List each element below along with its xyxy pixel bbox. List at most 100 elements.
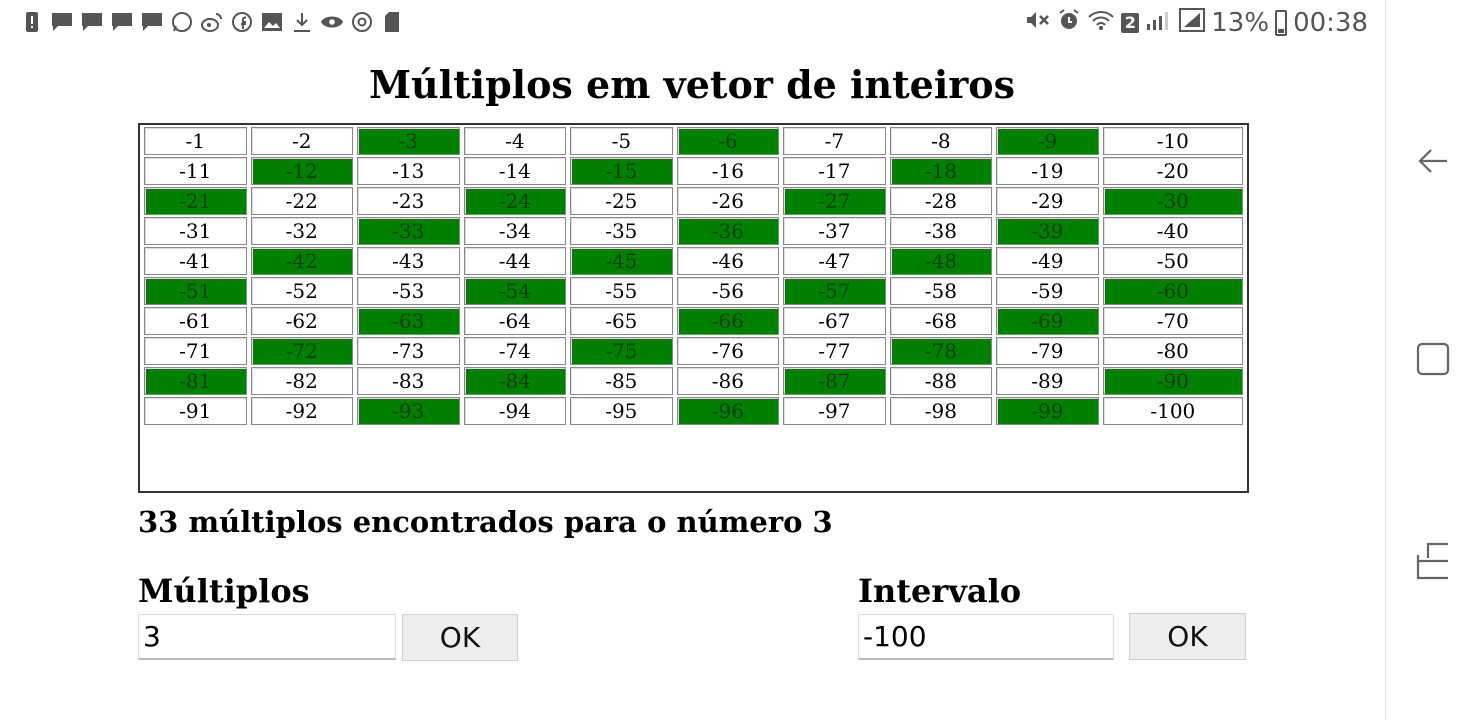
wifi-icon — [1087, 9, 1115, 37]
grid-cell-multiple: -36 — [676, 217, 780, 245]
grid-cell: -76 — [676, 337, 780, 365]
multiples-grid-container: -1 -2 -3 -4 -5 -6 -7 -8 -9 -10 -11 -12 -13 -14 -15 -16-… — [138, 123, 1249, 493]
weibo-icon — [200, 10, 224, 34]
grid-row: -1 -2 -3 -4 -5 -6 -7 -8 -9 -10 — [144, 127, 1243, 155]
grid-row: -41 -42 -43 -44 -45 -46 -47 -48 -49 -50 — [144, 247, 1243, 275]
grid-cell: -10 — [1102, 127, 1243, 155]
grid-cell-multiple: -96 — [676, 397, 780, 425]
multiplos-label: Múltiplos — [138, 572, 310, 610]
grid-cell: -26 — [676, 187, 780, 215]
grid-cell-multiple: -90 — [1102, 367, 1243, 395]
grid-cell: -70 — [1102, 307, 1243, 335]
grid-cell: -1 — [144, 127, 247, 155]
grid-cell: -52 — [250, 277, 354, 305]
multiplos-ok-button[interactable]: OK — [402, 614, 518, 661]
grid-cell: -35 — [570, 217, 673, 245]
grid-cell-multiple: -81 — [144, 367, 247, 395]
back-icon — [1418, 149, 1447, 173]
grid-cell-multiple: -39 — [996, 217, 1099, 245]
grid-cell: -29 — [996, 187, 1099, 215]
grid-cell: -62 — [250, 307, 354, 335]
message-icon — [80, 10, 104, 34]
sd-card-icon — [380, 10, 404, 34]
battery-icon — [1275, 10, 1288, 36]
grid-cell: -25 — [570, 187, 673, 215]
grid-row: -91 -92 -93 -94 -95 -96 -97 -98 -99 -100 — [144, 397, 1243, 425]
clock: 00:38 — [1293, 8, 1368, 38]
download-icon — [290, 10, 314, 34]
grid-cell: -65 — [570, 307, 673, 335]
grid-cell: -95 — [570, 397, 673, 425]
grid-cell: -71 — [144, 337, 247, 365]
grid-cell: -61 — [144, 307, 247, 335]
grid-cell: -16 — [676, 157, 780, 185]
system-status: 2 13% 00:38 — [1025, 8, 1368, 38]
grid-cell: -67 — [783, 307, 886, 335]
grid-cell-multiple: -66 — [676, 307, 780, 335]
grid-cell: -32 — [250, 217, 354, 245]
alert-icon — [20, 10, 44, 34]
grid-cell-multiple: -30 — [1102, 187, 1243, 215]
grid-cell-multiple: -93 — [357, 397, 460, 425]
grid-row: -51 -52 -53 -54 -55 -56 -57 -58 -59 -60 — [144, 277, 1243, 305]
grid-cell: -49 — [996, 247, 1099, 275]
grid-cell: -83 — [357, 367, 460, 395]
home-icon — [1416, 342, 1450, 376]
grid-cell-multiple: -21 — [144, 187, 247, 215]
facebook-icon — [230, 10, 254, 34]
sim-badge: 2 — [1121, 13, 1140, 33]
grid-cell-multiple: -18 — [889, 157, 993, 185]
grid-cell: -85 — [570, 367, 673, 395]
grid-cell: -68 — [889, 307, 993, 335]
grid-cell: -56 — [676, 277, 780, 305]
grid-cell: -28 — [889, 187, 993, 215]
grid-cell: -2 — [250, 127, 354, 155]
grid-cell: -82 — [250, 367, 354, 395]
grid-cell: -74 — [463, 337, 567, 365]
back-button[interactable] — [1410, 138, 1456, 184]
eye-icon — [320, 10, 344, 34]
grid-cell: -55 — [570, 277, 673, 305]
message-icon — [110, 10, 134, 34]
grid-cell: -22 — [250, 187, 354, 215]
result-text: 33 múltiplos encontrados para o número 3 — [138, 505, 833, 539]
multiplos-input[interactable] — [138, 614, 396, 660]
grid-row: -31 -32 -33 -34 -35 -36 -37 -38 -39 -40 — [144, 217, 1243, 245]
grid-cell-multiple: -72 — [250, 337, 354, 365]
grid-cell: -97 — [783, 397, 886, 425]
grid-cell-multiple: -12 — [250, 157, 354, 185]
grid-row: -11 -12 -13 -14 -15 -16 -17 -18 -19 -20 — [144, 157, 1243, 185]
grid-cell: -7 — [783, 127, 886, 155]
message-icon — [50, 10, 74, 34]
grid-cell: -31 — [144, 217, 247, 245]
grid-cell: -46 — [676, 247, 780, 275]
grid-cell: -53 — [357, 277, 460, 305]
grid-cell: -41 — [144, 247, 247, 275]
home-button[interactable] — [1410, 336, 1456, 382]
grid-cell-multiple: -42 — [250, 247, 354, 275]
grid-cell-multiple: -78 — [889, 337, 993, 365]
intervalo-input[interactable] — [858, 614, 1114, 660]
recents-button[interactable] — [1410, 538, 1456, 584]
grid-cell: -79 — [996, 337, 1099, 365]
grid-cell: -43 — [357, 247, 460, 275]
grid-cell: -77 — [783, 337, 886, 365]
grid-cell: -59 — [996, 277, 1099, 305]
signal-2-icon — [1179, 8, 1206, 38]
grid-cell: -94 — [463, 397, 567, 425]
whatsapp-icon — [170, 10, 194, 34]
grid-cell: -4 — [463, 127, 567, 155]
grid-cell: -11 — [144, 157, 247, 185]
grid-cell: -40 — [1102, 217, 1243, 245]
grid-cell: -17 — [783, 157, 886, 185]
intervalo-label: Intervalo — [858, 572, 1022, 610]
grid-cell-multiple: -63 — [357, 307, 460, 335]
intervalo-ok-button[interactable]: OK — [1129, 613, 1246, 660]
grid-cell-multiple: -33 — [357, 217, 460, 245]
grid-cell-multiple: -9 — [996, 127, 1099, 155]
grid-cell-multiple: -99 — [996, 397, 1099, 425]
grid-cell-multiple: -60 — [1102, 277, 1243, 305]
grid-cell: -58 — [889, 277, 993, 305]
grid-cell: -88 — [889, 367, 993, 395]
alarm-icon — [1057, 8, 1081, 38]
